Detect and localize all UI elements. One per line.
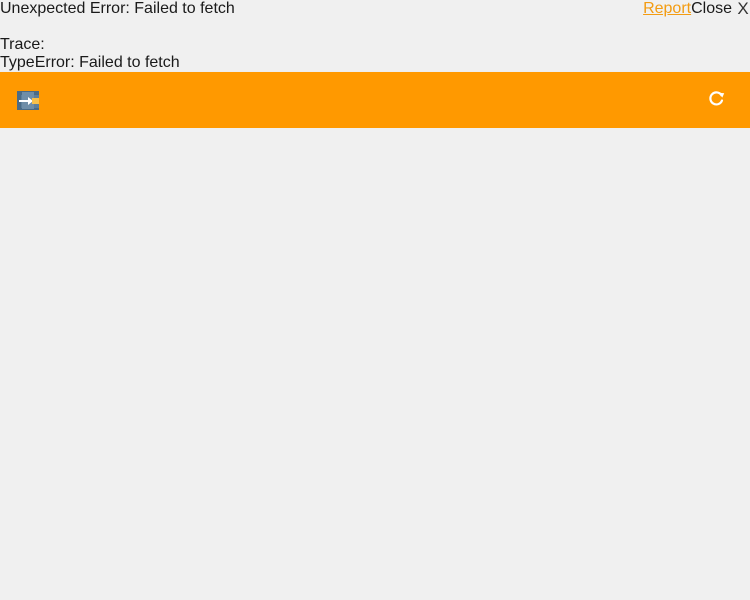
error-message: Unexpected Error: Failed to fetch <box>0 0 235 17</box>
error-banner: Unexpected Error: Failed to fetch Report… <box>0 0 750 72</box>
refresh-button[interactable] <box>708 90 726 108</box>
trace-text: TypeError: Failed to fetch <box>0 54 180 71</box>
refresh-icon <box>709 91 725 106</box>
trace-label: Trace: <box>0 36 45 53</box>
main-content-area <box>0 128 750 600</box>
logout-button[interactable] <box>14 87 42 113</box>
report-link[interactable]: Report <box>643 0 691 18</box>
error-header-row: Unexpected Error: Failed to fetch Report… <box>0 0 750 18</box>
close-button[interactable]: Close X <box>691 0 750 18</box>
close-icon: X <box>737 0 749 18</box>
error-actions: Report Close X <box>643 0 750 18</box>
top-toolbar <box>0 72 750 128</box>
close-label: Close <box>691 0 732 17</box>
logout-icon <box>17 91 39 110</box>
